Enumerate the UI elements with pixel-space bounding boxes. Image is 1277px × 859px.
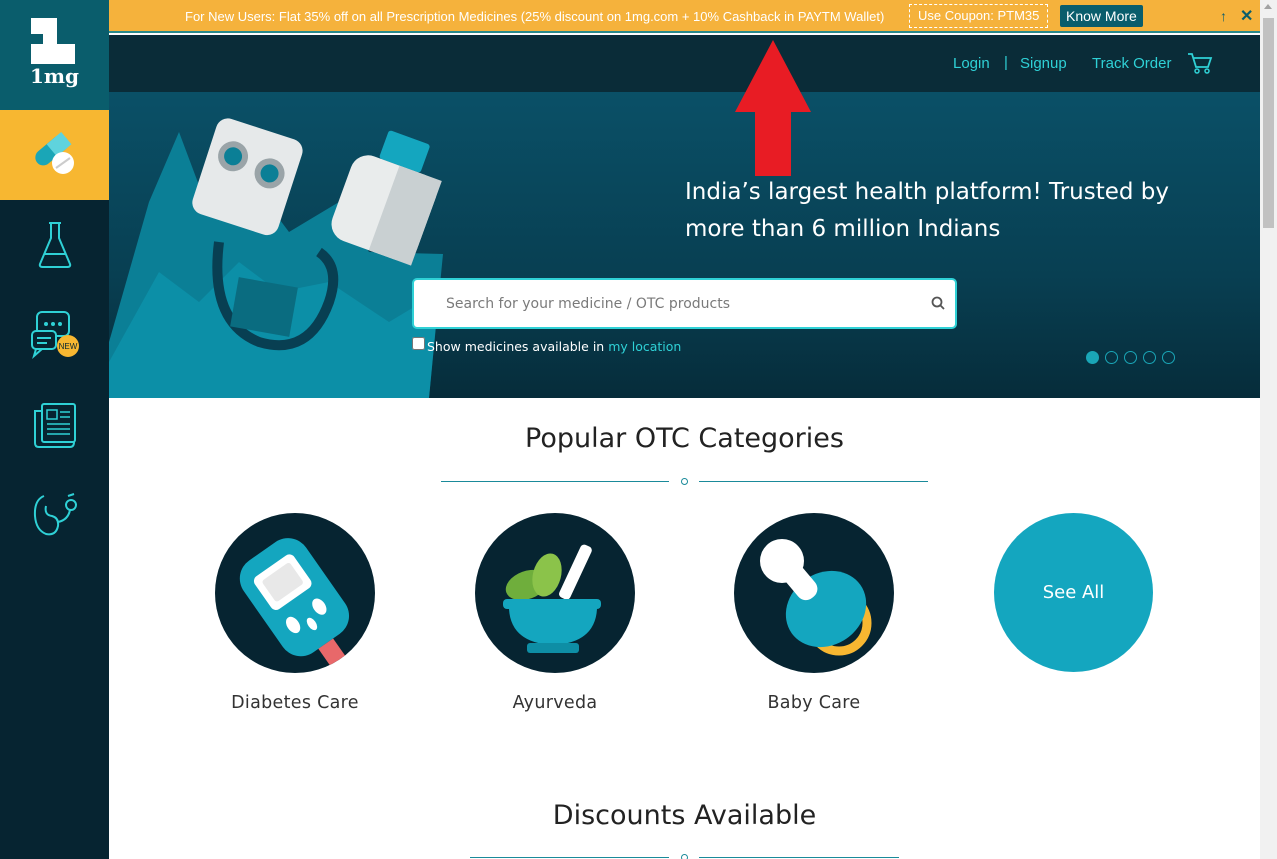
location-text: Show medicines available in bbox=[427, 339, 605, 354]
scrollbar[interactable] bbox=[1260, 0, 1277, 859]
section-divider bbox=[441, 475, 928, 489]
flask-icon bbox=[38, 222, 71, 268]
location-checkbox[interactable] bbox=[412, 337, 425, 350]
sidebar-item-medicines[interactable] bbox=[0, 110, 109, 200]
category-label: Baby Care bbox=[767, 693, 861, 713]
logo[interactable]: 1mg bbox=[0, 0, 109, 110]
new-badge: NEW bbox=[58, 342, 77, 351]
carousel-dot[interactable] bbox=[1162, 351, 1175, 364]
my-location-link[interactable]: my location bbox=[608, 339, 681, 354]
red-arrow-annotation bbox=[735, 40, 811, 176]
search-input[interactable] bbox=[428, 288, 918, 320]
offer-text: For New Users: Flat 35% off on all Presc… bbox=[185, 9, 885, 24]
popular-categories-title: Popular OTC Categories bbox=[525, 423, 844, 454]
carousel-dot[interactable] bbox=[1105, 351, 1118, 364]
offer-bar: For New Users: Flat 35% off on all Presc… bbox=[109, 0, 1260, 33]
cart-icon[interactable] bbox=[1187, 51, 1213, 75]
logo-mark-icon bbox=[31, 18, 75, 64]
category-diabetes-care[interactable]: Diabetes Care bbox=[215, 513, 375, 713]
hero-illustration bbox=[109, 118, 443, 398]
stethoscope-icon bbox=[33, 493, 77, 536]
mortar-pestle-icon bbox=[475, 513, 635, 673]
scroll-up-icon[interactable] bbox=[1264, 4, 1272, 9]
carousel-dot[interactable] bbox=[1143, 351, 1156, 364]
sidebar-item-consult[interactable]: NEW bbox=[0, 290, 109, 380]
news-icon bbox=[33, 403, 76, 448]
header: Login | Signup Track Order bbox=[109, 35, 1260, 92]
sidebar-item-lab-tests[interactable] bbox=[0, 200, 109, 290]
category-ayurveda[interactable]: Ayurveda bbox=[475, 513, 635, 713]
nav-separator: | bbox=[1004, 54, 1008, 71]
discounts-title: Discounts Available bbox=[552, 800, 817, 831]
search-box[interactable] bbox=[412, 278, 957, 329]
arrow-up-icon[interactable]: ↑ bbox=[1220, 8, 1227, 24]
hero-banner: India’s largest health platform! Trusted… bbox=[109, 92, 1260, 398]
sidebar-item-articles[interactable] bbox=[0, 380, 109, 470]
search-icon[interactable] bbox=[931, 296, 945, 310]
carousel-dots bbox=[1086, 351, 1175, 364]
section-divider bbox=[470, 851, 899, 859]
login-link[interactable]: Login bbox=[953, 55, 990, 72]
carousel-dot[interactable] bbox=[1086, 351, 1099, 364]
location-label: Show medicines available in my location bbox=[427, 339, 681, 354]
coupon-code: Use Coupon: PTM35 bbox=[909, 4, 1049, 28]
glucometer-icon bbox=[215, 513, 375, 673]
signup-link[interactable]: Signup bbox=[1020, 55, 1067, 72]
category-label: Ayurveda bbox=[512, 693, 598, 713]
category-label: Diabetes Care bbox=[231, 693, 359, 713]
category-baby-care[interactable]: Baby Care bbox=[734, 513, 894, 713]
sidebar-item-health[interactable] bbox=[0, 470, 109, 560]
logo-text: 1mg bbox=[29, 64, 80, 88]
close-icon[interactable]: ✕ bbox=[1240, 6, 1253, 26]
scroll-thumb[interactable] bbox=[1263, 18, 1274, 228]
pill-icon bbox=[34, 132, 74, 174]
sidebar: 1mg NEW bbox=[0, 0, 109, 859]
chat-icon: NEW bbox=[30, 311, 79, 359]
carousel-dot[interactable] bbox=[1124, 351, 1137, 364]
hero-title: India’s largest health platform! Trusted… bbox=[685, 179, 1169, 242]
pacifier-icon bbox=[734, 513, 894, 673]
see-all-button[interactable]: See All bbox=[994, 513, 1153, 672]
know-more-button[interactable]: Know More bbox=[1060, 5, 1143, 27]
track-order-link[interactable]: Track Order bbox=[1092, 55, 1171, 72]
